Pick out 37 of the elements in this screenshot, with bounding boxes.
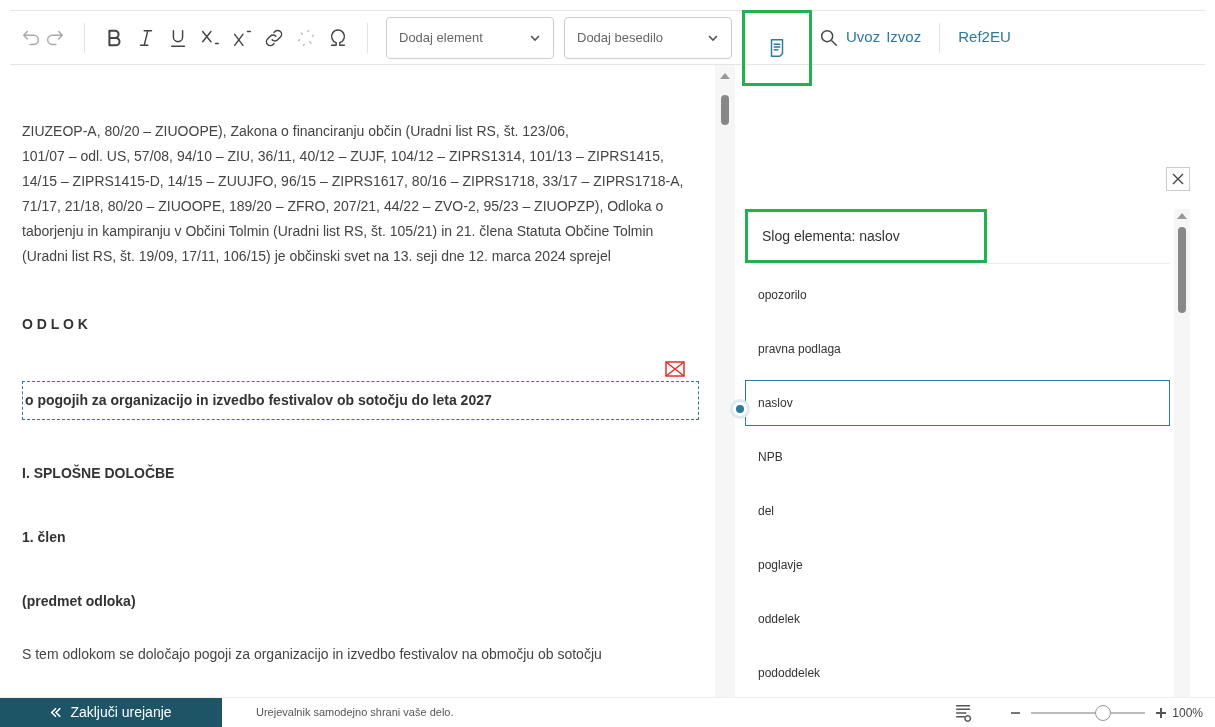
style-option[interactable]: pododdelek bbox=[745, 650, 1170, 696]
dropdown[interactable]: Dodaj besedilo bbox=[564, 16, 732, 59]
style-option[interactable]: del bbox=[745, 488, 1170, 534]
zoom-thumb[interactable] bbox=[1095, 704, 1112, 721]
menu-link[interactable]: Uvoz bbox=[846, 26, 881, 49]
menu-link[interactable]: Izvoz bbox=[886, 26, 922, 49]
zoom-out-icon[interactable] bbox=[1011, 711, 1021, 714]
scrollbar[interactable] bbox=[715, 65, 735, 697]
dropdown[interactable]: Dodaj element bbox=[386, 16, 554, 59]
splitter-handle[interactable] bbox=[730, 399, 750, 419]
zoom-reading: 100% bbox=[1172, 704, 1203, 722]
heading: (predmet odloka) bbox=[22, 592, 137, 611]
style-option[interactable]: NPB bbox=[745, 434, 1170, 480]
panel-title: Slog elementa: naslov bbox=[762, 226, 900, 246]
delete-icon[interactable] bbox=[665, 361, 685, 377]
style-option[interactable]: oddelek bbox=[745, 596, 1170, 642]
selected-heading[interactable]: o pogojih za organizacijo in izvedbo festivalov ob sotočju do leta 2027 bbox=[22, 381, 699, 420]
heading: O D L O K bbox=[22, 315, 89, 334]
paragraph: ZIUZEOP-A, 80/20 – ZIUOOPE), Zakona o financiranju občin (Uradni list RS, št. 123/06, bbox=[22, 122, 570, 141]
style-option[interactable]: pravna podlaga bbox=[745, 326, 1170, 372]
chevron-down-icon bbox=[529, 33, 541, 42]
style-option[interactable]: poglavje bbox=[745, 542, 1170, 588]
double-chevron-left-icon bbox=[50, 707, 63, 718]
style-option[interactable]: naslov bbox=[745, 380, 1170, 426]
paragraph: 101/07 – odl. US, 57/08, 94/10 – ZIU, 36/11, 40/12 – ZUJF, 104/12 – ZIPRS1314, 101/13 – ZIPRS1415, 14/15 – ZIPRS1415-D, 14/15 – ZUUJFO, 96/15 – ZIPRS1617, 80/16 – ZIPRS1718, 33/17 – ZIPRS1718-A, 71/17, 21/18, 80/20 – ZIUOOPE, 189/20 – ZFRO, 207/21, 44/22 – ZVO-2, 95/23 – ZIUOPZP), Odloka o taborjenju in kampiranju v Občini Tolmin (Uradni list RS, št. 105/21) in 21. člena Statuta Občine Tolmin (Uradni list RS, št. 19/09, 17/11, 106/15) je občinski svet na 13. seji dne 12. marca 2024 sprejel bbox=[22, 147, 685, 266]
paragraph: S tem odlokom se določajo pogoji za organizacijo in izvedbo festivalov na območju ob sotočju bbox=[22, 645, 603, 664]
finish-editing-button[interactable]: Zaključi urejanje bbox=[0, 698, 222, 727]
chevron-down-icon bbox=[707, 33, 719, 42]
style-option[interactable]: opozorilo bbox=[745, 272, 1170, 318]
heading: 1. člen bbox=[22, 528, 67, 547]
menu-link[interactable]: Ref2EU bbox=[958, 26, 1011, 49]
close-icon bbox=[1172, 173, 1184, 185]
scrollbar[interactable] bbox=[1174, 209, 1190, 697]
heading: I. SPLOŠNE DOLOČBE bbox=[22, 463, 176, 483]
autosave-note: Urejevalnik samodejno shrani vaše delo. bbox=[256, 705, 454, 721]
close-button[interactable] bbox=[1166, 167, 1190, 191]
zoom-in-icon[interactable] bbox=[1156, 707, 1167, 718]
